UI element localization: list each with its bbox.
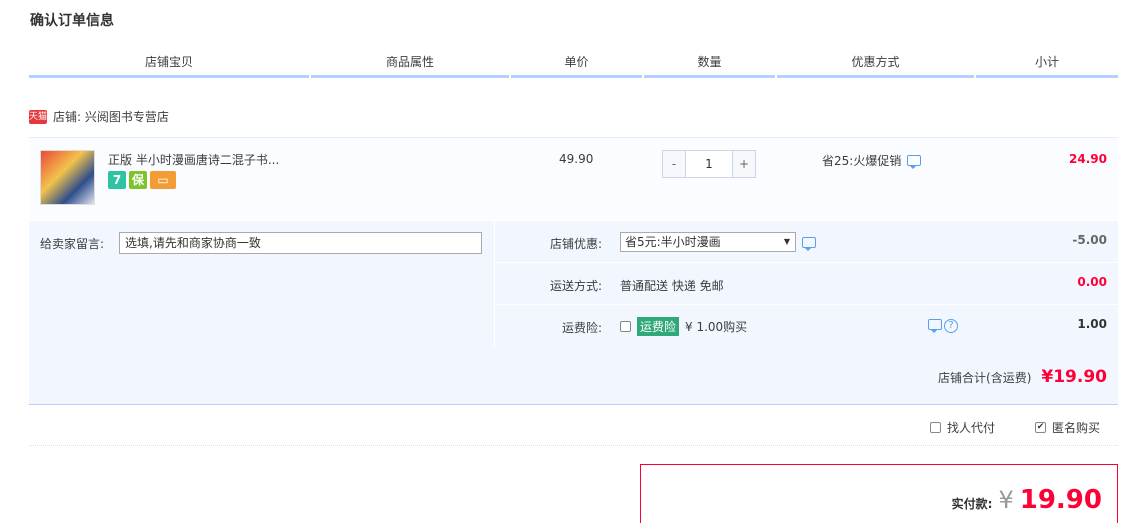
unit-price: 49.90	[559, 152, 594, 166]
anonymous-label[interactable]: 匿名购买	[1052, 419, 1100, 436]
anonymous-option[interactable]: ✔ 匿名购买	[1035, 419, 1100, 436]
payment-label: 实付款:	[951, 497, 993, 511]
shop-discount-amount: -5.00	[1072, 233, 1107, 247]
tmall-icon: 天猫	[29, 109, 48, 124]
table-header: 店铺宝贝 商品属性 单价 数量 优惠方式 小计	[29, 52, 1118, 78]
proxy-pay-option[interactable]: 找人代付	[930, 419, 995, 436]
order-details-panel: 给卖家留言: 选填,请先和商家协商一致 店铺优惠: 省5元:半小时漫画 -5.0…	[29, 221, 1118, 405]
insurance-tag: 运费险	[637, 317, 680, 336]
order-item-row: 正版 半小时漫画唐诗二混子书... 7 保 ▭ 49.90 - 1 + 省25:…	[29, 137, 1118, 220]
promotion-info: 省25:火爆促销	[822, 152, 922, 169]
shipping-amount: 0.00	[1077, 275, 1107, 289]
product-thumbnail[interactable]	[40, 150, 95, 205]
column-header-discount: 优惠方式	[777, 52, 974, 78]
proxy-pay-checkbox[interactable]	[930, 422, 941, 433]
shop-total-label: 店铺合计(含运费)	[938, 371, 1032, 385]
shop-total-amount: ¥19.90	[1041, 367, 1107, 387]
column-header-attributes: 商品属性	[311, 52, 509, 78]
quantity-stepper: - 1 +	[662, 150, 756, 178]
message-panel: 给卖家留言: 选填,请先和商家协商一致	[29, 221, 495, 348]
message-label: 给卖家留言:	[40, 237, 105, 251]
payment-amount: 19.90	[1019, 485, 1102, 515]
proxy-pay-label[interactable]: 找人代付	[947, 419, 995, 436]
shipping-row: 运送方式: 普通配送 快递 免邮 0.00	[496, 263, 1118, 305]
currency-symbol: ¥	[998, 486, 1014, 514]
decrease-quantity-button[interactable]: -	[663, 151, 685, 177]
insurance-icons: ?	[928, 319, 958, 333]
quantity-input[interactable]: 1	[685, 151, 733, 177]
chat-bubble-icon[interactable]	[802, 236, 816, 251]
shipping-method: 普通配送 快递 免邮	[620, 279, 724, 293]
column-header-quantity: 数量	[644, 52, 775, 78]
column-header-subtotal: 小计	[976, 52, 1118, 78]
seller-message-input[interactable]: 选填,请先和商家协商一致	[119, 232, 482, 254]
insurance-price: ¥ 1.00购买	[685, 320, 748, 334]
insurance-checkbox[interactable]	[620, 321, 631, 332]
chat-bubble-icon[interactable]	[907, 155, 922, 169]
shop-name[interactable]: 店铺: 兴阅图书专营店	[53, 108, 169, 125]
increase-quantity-button[interactable]: +	[733, 151, 755, 177]
service-icons: 7 保 ▭	[108, 171, 176, 189]
insurance-amount: 1.00	[1077, 317, 1107, 331]
shipping-label: 运送方式:	[549, 279, 602, 293]
guarantee-icon[interactable]: 保	[129, 171, 147, 189]
fees-panel: 店铺优惠: 省5元:半小时漫画 -5.00 运送方式: 普通配送 快递 免邮 0…	[496, 221, 1118, 348]
insurance-label: 运费险:	[561, 321, 602, 335]
shop-discount-row: 店铺优惠: 省5元:半小时漫画 -5.00	[496, 221, 1118, 263]
shop-discount-label: 店铺优惠:	[549, 237, 602, 251]
order-options: 找人代付 ✔ 匿名购买	[29, 406, 1118, 446]
credit-card-icon[interactable]: ▭	[150, 171, 176, 189]
promotion-text: 省25:火爆促销	[822, 154, 902, 168]
shop-name-line: 天猫 店铺: 兴阅图书专营店	[29, 108, 169, 125]
item-subtotal: 24.90	[1069, 152, 1107, 166]
shipping-value: 普通配送 快递 免邮	[620, 277, 724, 294]
payment-line: 实付款: ¥ 19.90	[952, 485, 1102, 515]
chat-bubble-icon[interactable]	[928, 319, 942, 333]
shop-discount-select[interactable]: 省5元:半小时漫画	[620, 232, 796, 252]
product-title[interactable]: 正版 半小时漫画唐诗二混子书...	[108, 151, 279, 168]
help-icon[interactable]: ?	[944, 319, 958, 333]
shop-total-line: 店铺合计(含运费) ¥19.90	[938, 367, 1107, 387]
insurance-row: 运费险: 运费险 ¥ 1.00购买 ? 1.00	[496, 305, 1118, 347]
page-title: 确认订单信息	[30, 13, 114, 29]
seven-day-return-icon[interactable]: 7	[108, 171, 126, 189]
column-header-unit-price: 单价	[511, 52, 642, 78]
column-header-shop-item: 店铺宝贝	[29, 52, 309, 78]
insurance-value: 运费险 ¥ 1.00购买	[620, 317, 747, 336]
shop-discount-value: 省5元:半小时漫画	[620, 232, 816, 252]
anonymous-checkbox[interactable]: ✔	[1035, 422, 1046, 433]
payment-summary: 实付款: ¥ 19.90	[640, 464, 1118, 523]
